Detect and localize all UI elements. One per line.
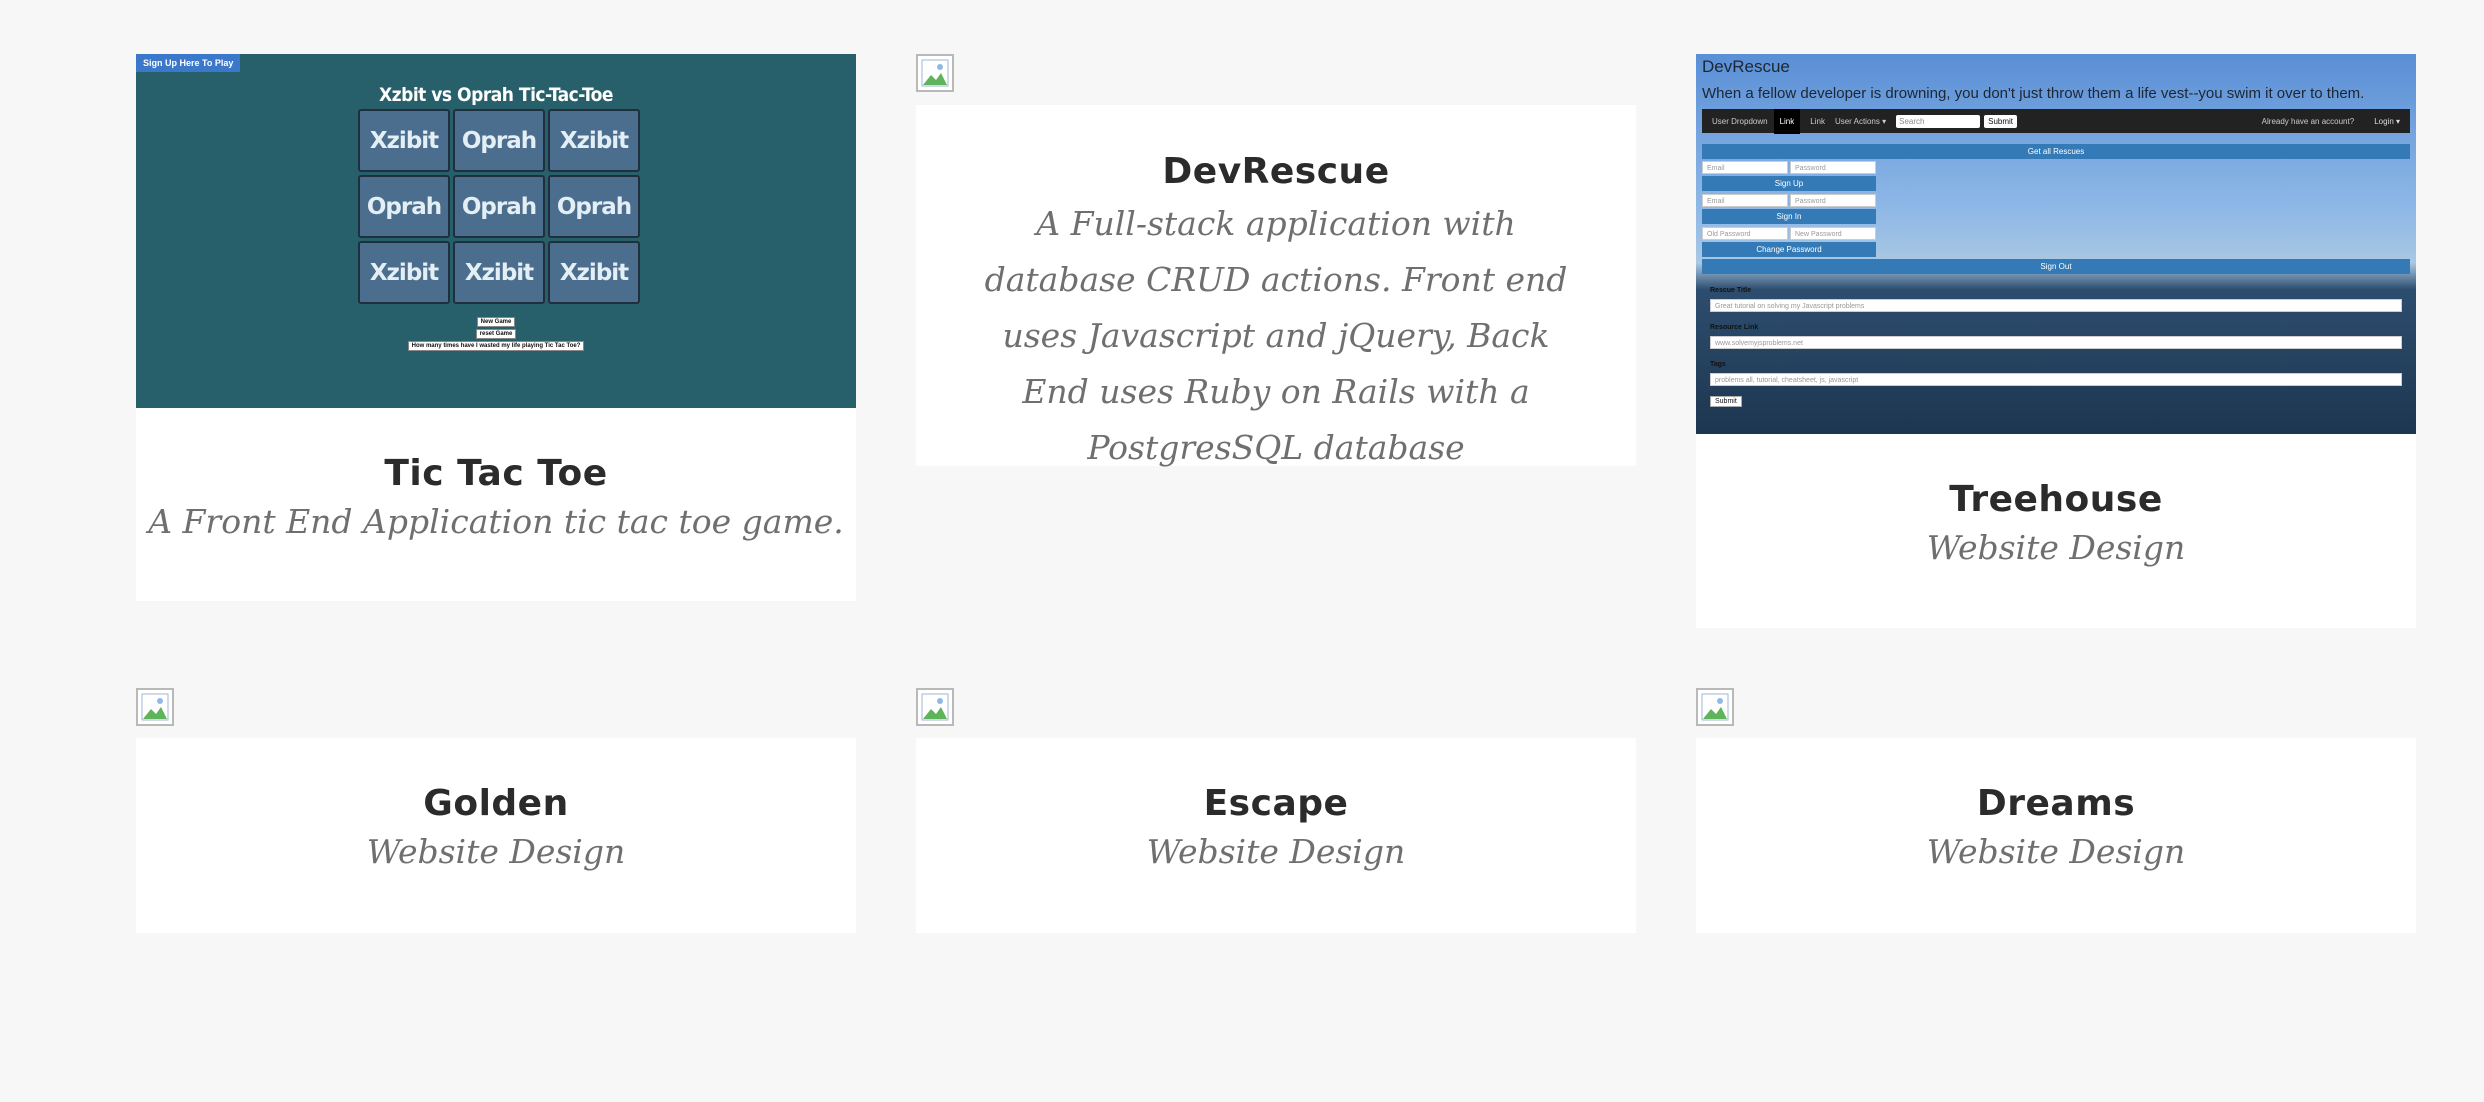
project-card-tic-tac-toe: Sign Up Here To Play Xzbit vs Oprah Tic-…	[136, 54, 856, 601]
app-navbar: User Dropdown Link Link User Actions ▾ S…	[1702, 108, 2410, 134]
board-cell: Xzibit	[358, 241, 450, 304]
treehouse-screenshot: DevRescue When a fellow developer is dro…	[1696, 54, 2416, 434]
project-subtitle: Website Design	[366, 832, 626, 871]
nav-search: Search	[1896, 114, 1981, 128]
project-caption: Treehouse Website Design	[1696, 434, 2416, 628]
broken-image-container	[916, 54, 1636, 105]
nav-link: Link	[1810, 116, 1825, 126]
rescue-title-label: Rescue Title	[1710, 287, 1752, 294]
board-cell: Xzibit	[548, 241, 640, 304]
project-caption: DevRescue A Full-stack application with …	[916, 105, 1636, 467]
change-password-bar: Change Password	[1702, 242, 1876, 257]
project-card-devrescue: DevRescue A Full-stack application with …	[916, 54, 1636, 467]
project-subtitle: Website Design	[1926, 528, 2186, 567]
broken-image-icon	[136, 688, 174, 726]
signup-email: Email	[1702, 161, 1788, 174]
project-subtitle: A Full-stack application with database C…	[984, 204, 1568, 467]
reset-game-label: reset Game	[475, 329, 517, 339]
nav-link-active: Link	[1773, 108, 1801, 134]
project-link-golden[interactable]: Golden Website Design	[136, 688, 856, 933]
new-password: New Password	[1790, 227, 1876, 240]
app-title: DevRescue	[1702, 57, 1790, 76]
project-card-treehouse: DevRescue When a fellow developer is dro…	[1696, 54, 2416, 628]
project-caption: Tic Tac Toe A Front End Application tic …	[136, 408, 856, 601]
tags-label: Tags	[1710, 361, 1726, 368]
get-all-bar: Get all Rescues	[1702, 144, 2410, 159]
project-subtitle: Website Design	[1146, 832, 1406, 871]
project-title: DevRescue	[1162, 151, 1390, 192]
sign-up-bar: Sign Up	[1702, 176, 1876, 191]
project-title: Dreams	[1976, 783, 2136, 824]
nav-login: Login ▾	[2374, 116, 2400, 126]
rescue-submit: Submit	[1710, 396, 1742, 407]
app-tagline: When a fellow developer is drowning, you…	[1702, 85, 2365, 102]
board-cell: Oprah	[548, 175, 640, 238]
project-caption: Dreams Website Design	[1696, 738, 2416, 933]
project-title: Escape	[1203, 783, 1349, 824]
board-cell: Oprah	[453, 175, 545, 238]
project-caption: Golden Website Design	[136, 738, 856, 933]
broken-image-icon	[916, 688, 954, 726]
board-cell: Oprah	[358, 175, 450, 238]
project-card-golden: Golden Website Design	[136, 688, 856, 933]
project-link-escape[interactable]: Escape Website Design	[916, 688, 1636, 933]
board-cell: Xzibit	[548, 109, 640, 172]
sign-up-label: Sign Up Here To Play	[136, 54, 241, 72]
broken-image-container	[136, 688, 856, 738]
game-heading: Xzbit vs Oprah Tic-Tac-Toe	[378, 84, 614, 106]
project-title: Tic Tac Toe	[384, 453, 608, 494]
game-buttons: New Game reset Game How many times have …	[136, 316, 856, 352]
project-title: Golden	[423, 783, 569, 824]
project-card-escape: Escape Website Design	[916, 688, 1636, 933]
nav-user-actions: User Actions ▾	[1834, 116, 1887, 126]
broken-image-icon	[1696, 688, 1734, 726]
board-cell: Xzibit	[358, 109, 450, 172]
resource-link-label: Resource Link	[1710, 324, 1759, 331]
signin-email: Email	[1702, 194, 1788, 207]
tic-tac-toe-screenshot: Sign Up Here To Play Xzbit vs Oprah Tic-…	[136, 54, 856, 408]
board-cell: Xzibit	[453, 241, 545, 304]
nav-account-text: Already have an account?	[2261, 116, 2355, 126]
signup-password: Password	[1790, 161, 1876, 174]
broken-image-container	[1696, 688, 2416, 738]
nav-dropdown: User Dropdown	[1712, 116, 1768, 126]
project-card-dreams: Dreams Website Design	[1696, 688, 2416, 933]
rescue-title-input: Great tutorial on solving my Javascript …	[1710, 299, 2402, 312]
project-subtitle: Website Design	[1926, 832, 2186, 871]
game-board: Xzibit Oprah Xzibit Oprah Oprah Oprah Xz…	[358, 109, 640, 304]
signin-password: Password	[1790, 194, 1876, 207]
project-title: Treehouse	[1949, 479, 2163, 520]
broken-image-icon	[916, 54, 954, 92]
sign-out-bar: Sign Out	[1702, 259, 2410, 274]
broken-image-container	[916, 688, 1636, 738]
old-password: Old Password	[1702, 227, 1788, 240]
sign-in-bar: Sign In	[1702, 209, 1876, 224]
project-link-devrescue[interactable]: DevRescue A Full-stack application with …	[916, 54, 1636, 467]
project-caption: Escape Website Design	[916, 738, 1636, 933]
new-game-label: New Game	[476, 317, 516, 327]
nav-submit: Submit	[1984, 114, 2018, 128]
project-link-dreams[interactable]: Dreams Website Design	[1696, 688, 2416, 933]
tags-input: problems all, tutorial, cheatsheet, js, …	[1710, 373, 2402, 386]
board-cell: Oprah	[453, 109, 545, 172]
resource-link-input: www.solvemyjsproblems.net	[1710, 336, 2402, 349]
project-link-treehouse[interactable]: DevRescue When a fellow developer is dro…	[1696, 54, 2416, 628]
project-link-tic-tac-toe[interactable]: Sign Up Here To Play Xzbit vs Oprah Tic-…	[136, 54, 856, 601]
project-subtitle: A Front End Application tic tac toe game…	[148, 502, 844, 541]
wasted-time-label: How many times have I wasted my life pla…	[407, 341, 585, 351]
